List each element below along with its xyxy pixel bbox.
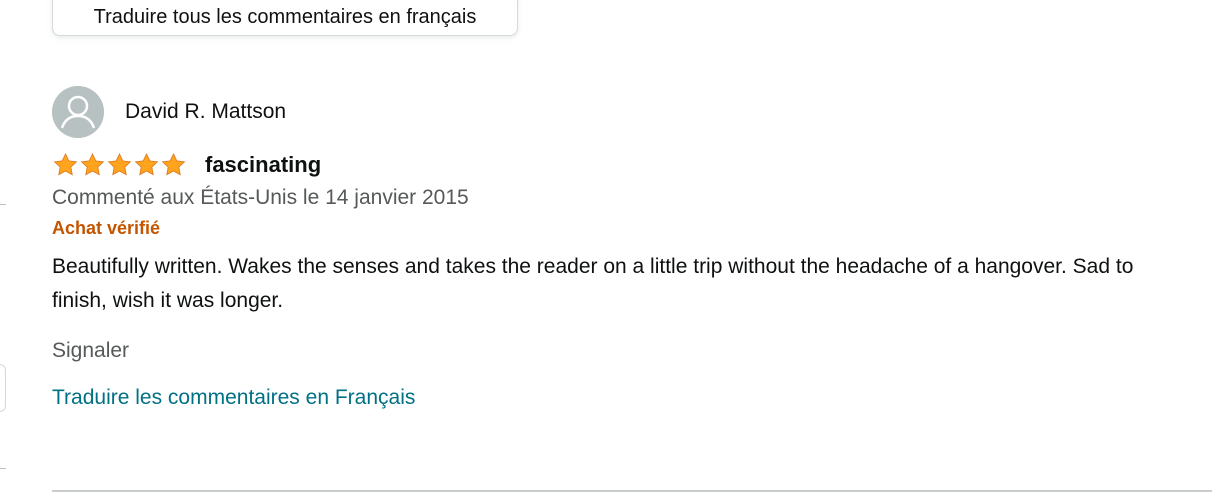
rating-row: fascinating bbox=[52, 150, 1212, 180]
reviewer-name[interactable]: David R. Mattson bbox=[125, 100, 286, 124]
verified-purchase-badge: Achat vérifié bbox=[52, 218, 161, 238]
user-silhouette-icon bbox=[52, 86, 104, 138]
edge-scroll-handle[interactable] bbox=[0, 364, 6, 412]
star-icon bbox=[134, 152, 159, 176]
review-date: Commenté aux États-Unis le 14 janvier 20… bbox=[52, 186, 469, 209]
edge-divider bbox=[0, 204, 6, 205]
review-title[interactable]: fascinating bbox=[205, 152, 321, 178]
review-page: Traduire tous les commentaires en frança… bbox=[0, 0, 1232, 498]
review-body: Beautifully written. Wakes the senses an… bbox=[52, 255, 1134, 312]
edge-divider bbox=[0, 468, 6, 469]
star-icon bbox=[80, 152, 105, 176]
report-link[interactable]: Signaler bbox=[52, 339, 1212, 363]
translate-review-link[interactable]: Traduire les commentaires en Français bbox=[52, 386, 1212, 410]
divider bbox=[52, 490, 1212, 492]
customer-review: David R. Mattson fascinating Commenté au… bbox=[52, 86, 1212, 410]
star-icon bbox=[161, 152, 186, 176]
star-rating[interactable] bbox=[52, 152, 187, 178]
reviewer-profile[interactable]: David R. Mattson bbox=[52, 86, 1212, 138]
star-icon bbox=[53, 152, 78, 176]
star-icon bbox=[107, 152, 132, 176]
translate-all-reviews-button[interactable]: Traduire tous les commentaires en frança… bbox=[52, 0, 518, 36]
